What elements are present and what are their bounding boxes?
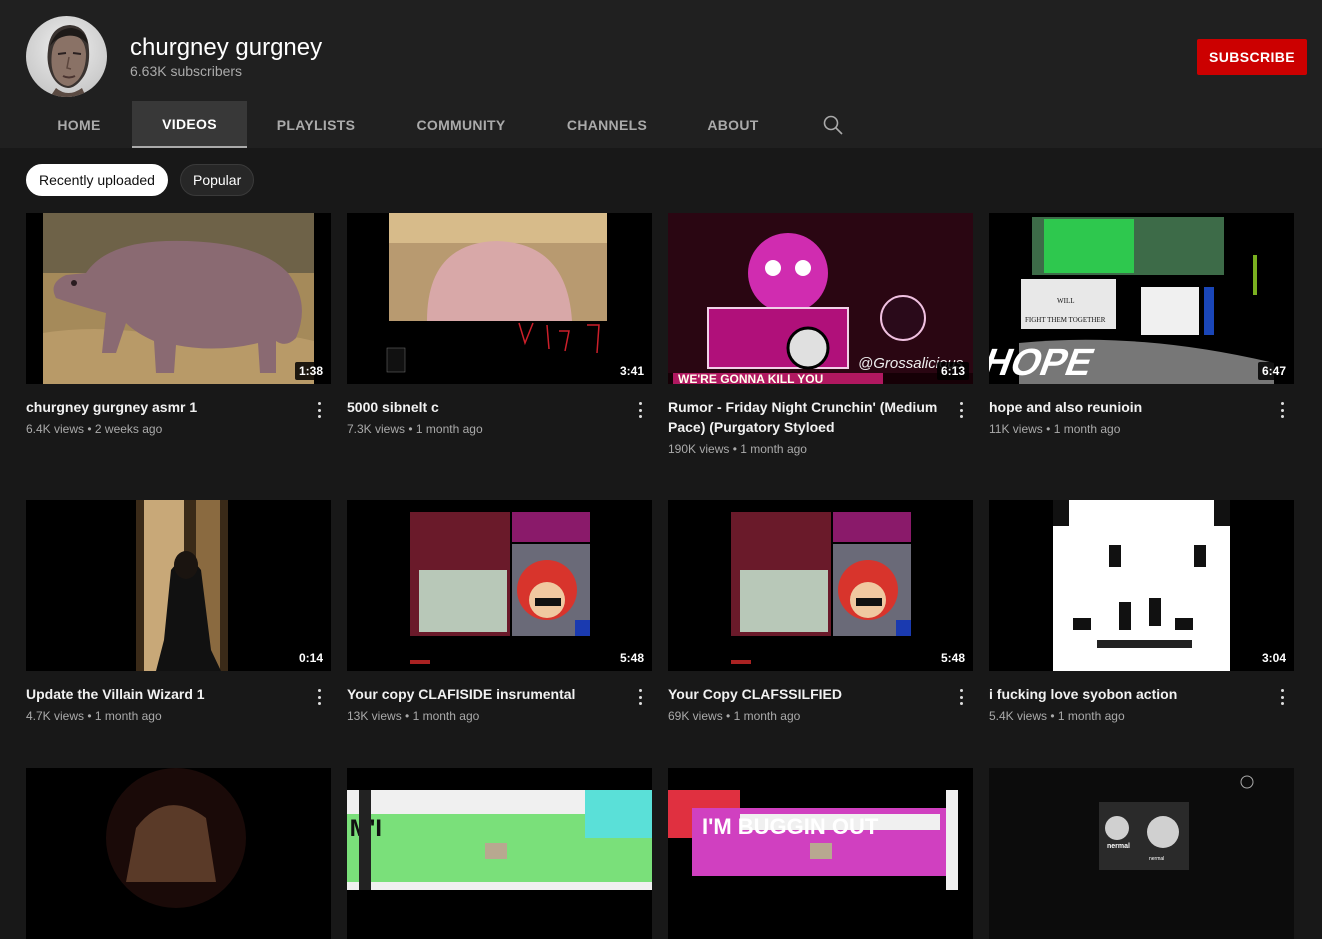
- video-title[interactable]: hope and also reunioin: [989, 397, 1294, 417]
- video-stats: 6.4K views • 2 weeks ago: [26, 422, 163, 436]
- channel-avatar[interactable]: [26, 16, 107, 97]
- upload-age: 1 month ago: [733, 709, 801, 723]
- tab-channels[interactable]: CHANNELS: [537, 101, 677, 148]
- video-thumbnail[interactable]: WE'RE GONNA KILL YOU @Grossalicious 6:13: [668, 213, 973, 384]
- video-card[interactable]: I'M BUGGIN OUT: [668, 768, 973, 939]
- video-title[interactable]: Rumor - Friday Night Crunchin' (Medium P…: [668, 397, 973, 437]
- video-thumbnail[interactable]: 3:41: [347, 213, 652, 384]
- avatar-image: [47, 25, 90, 97]
- upload-age: 2 weeks ago: [94, 422, 163, 436]
- channel-tabs: HOME VIDEOS PLAYLISTS COMMUNITY CHANNELS…: [26, 101, 789, 148]
- video-thumbnail[interactable]: 5:48: [668, 500, 973, 671]
- more-options-icon[interactable]: [311, 400, 327, 420]
- thumbnail-caption: I'M BUGGIN OUT: [702, 814, 879, 839]
- video-card[interactable]: 5:48 Your copy CLAFISIDE insrumental 13K…: [347, 500, 652, 723]
- tab-videos[interactable]: VIDEOS: [132, 101, 247, 148]
- view-count: 13K views: [347, 709, 402, 723]
- more-options-icon[interactable]: [953, 400, 969, 420]
- video-thumbnail[interactable]: FIGHT THEM TOGETHER WILL HOPE 6:47: [989, 213, 1294, 384]
- thumbnail-caption: WILL: [1057, 297, 1075, 305]
- video-duration: 6:13: [936, 362, 969, 380]
- tab-playlists[interactable]: PLAYLISTS: [247, 101, 385, 148]
- video-card[interactable]: 5:48 Your Copy CLAFSSILFIED 69K views • …: [668, 500, 973, 723]
- upload-age: 1 month ago: [94, 709, 162, 723]
- tab-about[interactable]: ABOUT: [677, 101, 789, 148]
- view-count: 4.7K views: [26, 709, 85, 723]
- video-card[interactable]: 1:38 churgney gurgney asmr 1 6.4K views …: [26, 213, 331, 436]
- thumbnail-caption: FIGHT THEM TOGETHER: [1025, 316, 1106, 324]
- video-duration: 3:04: [1257, 649, 1290, 667]
- thumbnail-caption: HOPE: [989, 341, 1100, 384]
- upload-age: 1 month ago: [740, 442, 807, 456]
- video-thumbnail[interactable]: I'M BUGGIN OUT: [668, 768, 973, 939]
- video-duration: 3:41: [615, 362, 648, 380]
- video-duration: 5:48: [936, 649, 969, 667]
- video-title[interactable]: churgney gurgney asmr 1: [26, 397, 331, 417]
- video-duration: 0:14: [294, 649, 327, 667]
- upload-age: 1 month ago: [1053, 422, 1121, 436]
- video-card[interactable]: I'M BUGGIN OUT: [347, 768, 652, 939]
- video-stats: 69K views • 1 month ago: [668, 709, 801, 723]
- video-thumbnail[interactable]: 0:14: [26, 500, 331, 671]
- tab-home[interactable]: HOME: [26, 101, 132, 148]
- more-options-icon[interactable]: [1274, 400, 1290, 420]
- video-stats: 190K views • 1 month ago: [668, 442, 807, 456]
- search-icon[interactable]: [822, 114, 844, 136]
- video-thumbnail[interactable]: I'M BUGGIN OUT: [347, 768, 652, 939]
- tab-community[interactable]: COMMUNITY: [385, 101, 537, 148]
- more-options-icon[interactable]: [632, 400, 648, 420]
- video-thumbnail[interactable]: 3:04: [989, 500, 1294, 671]
- upload-age: 1 month ago: [412, 709, 480, 723]
- chip-popular[interactable]: Popular: [179, 164, 255, 196]
- subscriber-count: 6.63K subscribers: [130, 63, 243, 79]
- video-title[interactable]: 5000 sibnelt c: [347, 397, 652, 417]
- subscribe-button[interactable]: SUBSCRIBE: [1197, 39, 1307, 75]
- video-thumbnail[interactable]: [26, 768, 331, 939]
- video-title[interactable]: i fucking love syobon action: [989, 684, 1294, 704]
- thumbnail-caption: nermal: [1149, 856, 1164, 862]
- upload-age: 1 month ago: [415, 422, 483, 436]
- thumbnail-caption: WE'RE GONNA KILL YOU: [678, 372, 823, 384]
- video-title[interactable]: Your copy CLAFISIDE insrumental: [347, 684, 652, 704]
- video-stats: 5.4K views • 1 month ago: [989, 709, 1125, 723]
- video-title[interactable]: Your Copy CLAFSSILFIED: [668, 684, 973, 704]
- thumbnail-caption: nermal: [1107, 843, 1130, 850]
- view-count: 7.3K views: [347, 422, 406, 436]
- video-card[interactable]: 3:41 5000 sibnelt c 7.3K views • 1 month…: [347, 213, 652, 436]
- video-thumbnail[interactable]: 1:38: [26, 213, 331, 384]
- video-stats: 11K views • 1 month ago: [989, 422, 1121, 436]
- video-card[interactable]: FIGHT THEM TOGETHER WILL HOPE 6:47 hope …: [989, 213, 1294, 436]
- upload-age: 1 month ago: [1057, 709, 1125, 723]
- video-thumbnail[interactable]: 5:48: [347, 500, 652, 671]
- more-options-icon[interactable]: [311, 687, 327, 707]
- video-title[interactable]: Update the Villain Wizard 1: [26, 684, 331, 704]
- view-count: 69K views: [668, 709, 723, 723]
- video-card[interactable]: 0:14 Update the Villain Wizard 1 4.7K vi…: [26, 500, 331, 723]
- more-options-icon[interactable]: [1274, 687, 1290, 707]
- video-card[interactable]: 3:04 i fucking love syobon action 5.4K v…: [989, 500, 1294, 723]
- video-stats: 7.3K views • 1 month ago: [347, 422, 483, 436]
- more-options-icon[interactable]: [632, 687, 648, 707]
- video-duration: 5:48: [615, 649, 648, 667]
- sort-chips: Recently uploaded Popular: [26, 164, 255, 196]
- video-card[interactable]: nermal nermal: [989, 768, 1294, 939]
- video-stats: 4.7K views • 1 month ago: [26, 709, 162, 723]
- video-duration: 6:47: [1257, 362, 1290, 380]
- video-card[interactable]: [26, 768, 331, 939]
- video-card[interactable]: WE'RE GONNA KILL YOU @Grossalicious 6:13…: [668, 213, 973, 456]
- video-duration: 1:38: [294, 362, 327, 380]
- channel-name: churgney gurgney: [130, 34, 323, 61]
- more-options-icon[interactable]: [953, 687, 969, 707]
- view-count: 190K views: [668, 442, 730, 456]
- video-thumbnail[interactable]: nermal nermal: [989, 768, 1294, 939]
- channel-header: churgney gurgney 6.63K subscribers SUBSC…: [0, 0, 1322, 148]
- view-count: 5.4K views: [989, 709, 1048, 723]
- view-count: 11K views: [989, 422, 1043, 436]
- chip-recently-uploaded[interactable]: Recently uploaded: [26, 164, 168, 196]
- view-count: 6.4K views: [26, 422, 85, 436]
- video-stats: 13K views • 1 month ago: [347, 709, 480, 723]
